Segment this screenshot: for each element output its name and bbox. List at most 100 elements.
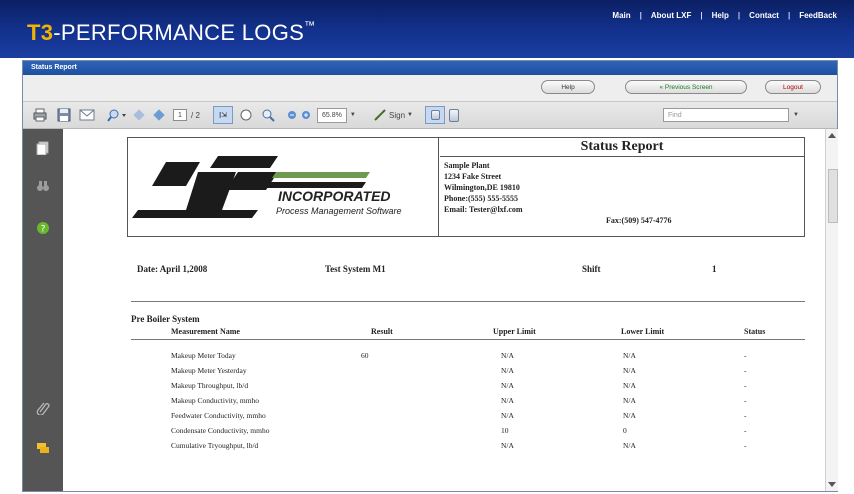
top-nav: Main | About LXF | Help | Contact | FeedBack bbox=[603, 11, 846, 20]
test-system: Test System M1 bbox=[325, 264, 386, 274]
table-row: Feedwater Conductivity, mmho N/A N/A - bbox=[63, 411, 825, 426]
table-row: Makeup Conductivity, mmho N/A N/A - bbox=[63, 396, 825, 411]
search-document-icon[interactable] bbox=[107, 108, 127, 122]
print-icon[interactable] bbox=[33, 108, 47, 122]
page-number-field[interactable]: 1 bbox=[173, 108, 187, 122]
scroll-thumb[interactable] bbox=[828, 169, 838, 223]
hand-tool-icon[interactable] bbox=[239, 108, 253, 122]
zoom-tool-icon[interactable] bbox=[261, 108, 275, 122]
pen-icon bbox=[374, 109, 386, 121]
find-dropdown-icon[interactable]: ▼ bbox=[793, 108, 799, 122]
shift-label: Shift bbox=[582, 264, 601, 274]
table-row: Makeup Throughput, lb/d N/A N/A - bbox=[63, 381, 825, 396]
table-row: Cumulative Tryoughput, lb/d N/A N/A - bbox=[63, 441, 825, 456]
lxf-logo bbox=[132, 156, 370, 218]
comments-icon[interactable] bbox=[36, 441, 50, 455]
zoom-value[interactable]: 65.8% bbox=[317, 107, 347, 123]
logout-button[interactable]: Logout bbox=[765, 80, 821, 94]
address-line: 1234 Fake Street bbox=[444, 172, 502, 181]
binoculars-icon[interactable] bbox=[36, 179, 50, 193]
status-value: - bbox=[744, 351, 747, 360]
lower-limit: N/A bbox=[623, 366, 636, 375]
previous-screen-button[interactable]: « Previous Screen bbox=[625, 80, 747, 94]
find-input[interactable]: Find bbox=[663, 108, 789, 122]
next-page-icon[interactable] bbox=[153, 108, 165, 122]
nav-feedback[interactable]: FeedBack bbox=[790, 11, 846, 20]
fit-page-icon[interactable] bbox=[425, 106, 445, 124]
nav-help[interactable]: Help bbox=[703, 11, 738, 20]
lower-limit: N/A bbox=[623, 396, 636, 405]
measurement-name: Makeup Meter Yesterday bbox=[171, 366, 247, 375]
zoom-in-icon[interactable] bbox=[301, 108, 311, 122]
sign-label: Sign bbox=[389, 110, 406, 120]
chevron-down-icon: ▼ bbox=[407, 112, 413, 118]
report-date: Date: April 1,2008 bbox=[137, 264, 208, 274]
nav-main[interactable]: Main bbox=[603, 11, 639, 20]
lower-limit: N/A bbox=[623, 381, 636, 390]
upper-limit: N/A bbox=[501, 396, 514, 405]
col-lower-limit: Lower Limit bbox=[621, 327, 665, 336]
email-icon[interactable] bbox=[79, 108, 95, 122]
lower-limit: N/A bbox=[623, 351, 636, 360]
scroll-up-icon[interactable] bbox=[828, 133, 836, 138]
upper-limit: N/A bbox=[501, 351, 514, 360]
select-tool-icon[interactable]: I ⇲ bbox=[213, 106, 233, 124]
upper-limit: N/A bbox=[501, 381, 514, 390]
zoom-out-icon[interactable] bbox=[287, 108, 297, 122]
lower-limit: N/A bbox=[623, 441, 636, 450]
button-bar: Help « Previous Screen Logout bbox=[23, 75, 837, 102]
nav-contact[interactable]: Contact bbox=[740, 11, 788, 20]
sign-menu[interactable]: Sign ▼ bbox=[373, 108, 413, 122]
report-header: INCORPORATED Process Management Software… bbox=[127, 137, 805, 237]
help-circle-icon[interactable]: ? bbox=[36, 221, 50, 235]
upper-limit: 10 bbox=[501, 426, 509, 435]
company-name: INCORPORATED bbox=[278, 188, 391, 204]
header-rule bbox=[131, 339, 805, 340]
attachment-icon[interactable] bbox=[36, 401, 50, 415]
measurement-name: Condensate Conductivity, mmho bbox=[171, 426, 270, 435]
fit-width-icon[interactable] bbox=[449, 108, 459, 122]
lower-limit: N/A bbox=[623, 411, 636, 420]
measurement-rows: Makeup Meter Today 60 N/A N/A - Makeup M… bbox=[63, 351, 825, 456]
address-block: Sample Plant 1234 Fake Street Wilmington… bbox=[444, 160, 523, 215]
zoom-select[interactable]: 65.8% ▼ bbox=[317, 107, 356, 123]
measurement-name: Makeup Meter Today bbox=[171, 351, 236, 360]
logo-tm: ™ bbox=[304, 20, 316, 32]
company-logo: INCORPORATED Process Management Software bbox=[128, 138, 439, 236]
address-line: Phone:(555) 555-5555 bbox=[444, 194, 518, 203]
measurement-name: Makeup Conductivity, mmho bbox=[171, 396, 260, 405]
save-icon[interactable] bbox=[57, 108, 71, 122]
page-current[interactable]: 1 bbox=[173, 109, 187, 121]
nav-about[interactable]: About LXF bbox=[642, 11, 700, 20]
upper-limit: N/A bbox=[501, 366, 514, 375]
svg-text:?: ? bbox=[41, 225, 46, 235]
app-logo[interactable]: T3-PERFORMANCE LOGS™ bbox=[27, 20, 315, 46]
company-tagline: Process Management Software bbox=[276, 206, 402, 216]
help-button[interactable]: Help bbox=[541, 80, 595, 94]
logo-prefix: T3 bbox=[27, 20, 54, 45]
table-row: Makeup Meter Today 60 N/A N/A - bbox=[63, 351, 825, 366]
pages-icon[interactable] bbox=[36, 141, 50, 155]
address-line: Email: Tester@lxf.com bbox=[444, 205, 523, 214]
page-total: / 2 bbox=[191, 110, 200, 120]
measurement-result: 60 bbox=[361, 351, 369, 360]
logo-text: -PERFORMANCE LOGS bbox=[53, 20, 305, 45]
address-line: Wilmington,DE 19810 bbox=[444, 183, 520, 192]
report-title: Status Report bbox=[440, 138, 804, 157]
previous-page-icon[interactable] bbox=[133, 108, 145, 122]
measurement-name: Cumulative Tryoughput, lb/d bbox=[171, 441, 259, 450]
panel-title: Status Report bbox=[23, 61, 837, 75]
fax-number: Fax:(509) 547-4776 bbox=[606, 216, 672, 225]
divider bbox=[131, 301, 805, 302]
measurement-name: Makeup Throughput, lb/d bbox=[171, 381, 249, 390]
scroll-down-icon[interactable] bbox=[828, 482, 836, 487]
chevron-down-icon[interactable]: ▼ bbox=[350, 112, 356, 118]
col-status: Status bbox=[744, 327, 766, 336]
col-measurement-name: Measurement Name bbox=[171, 327, 240, 336]
lower-limit: 0 bbox=[623, 426, 627, 435]
status-value: - bbox=[744, 441, 747, 450]
status-value: - bbox=[744, 366, 747, 375]
document-scrollbar[interactable] bbox=[825, 129, 838, 491]
document-viewer: INCORPORATED Process Management Software… bbox=[63, 129, 825, 491]
status-value: - bbox=[744, 396, 747, 405]
